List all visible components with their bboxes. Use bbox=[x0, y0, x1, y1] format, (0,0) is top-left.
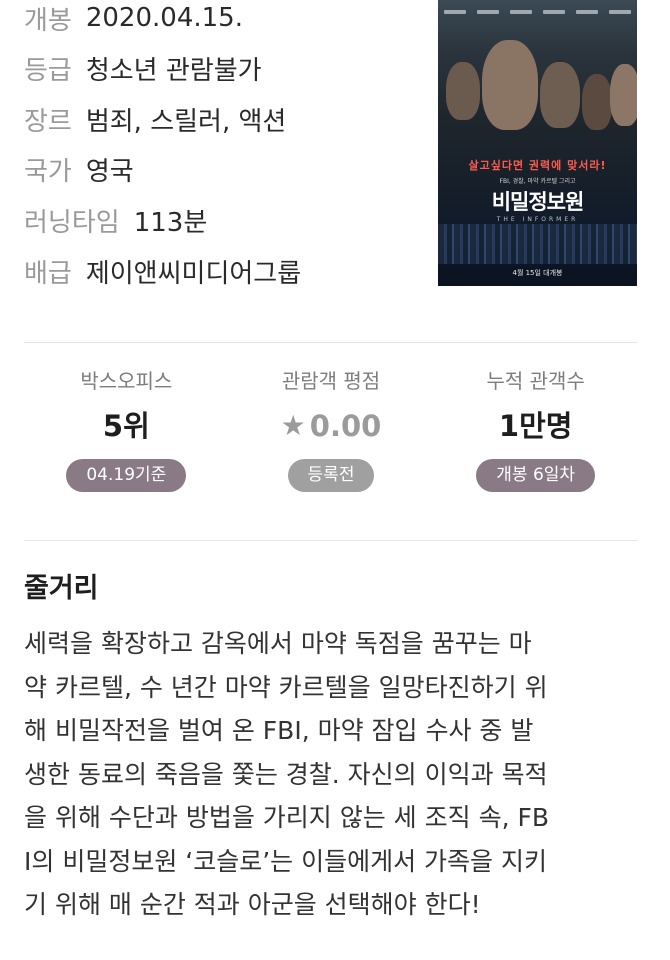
synopsis-line: 해 비밀작전을 벌여 온 FBI, 마약 잠입 수사 중 발 bbox=[24, 716, 534, 745]
stat-label: 박스오피스 bbox=[80, 369, 173, 393]
poster-title: 비밀정보원 bbox=[491, 190, 585, 214]
info-row-distributor: 배급 제이앤씨미디어그룹 bbox=[24, 251, 301, 291]
info-value: 범죄, 스릴러, 액션 bbox=[85, 106, 287, 137]
stat-value-row: ★ 0.00 bbox=[281, 406, 382, 446]
synopsis-line: I의 비밀정보원 ‘코슬로’는 이들에게서 가족을 지키 bbox=[24, 846, 548, 876]
divider bbox=[24, 540, 638, 541]
poster-tagline: 살고싶다면 권력에 맞서라! bbox=[468, 159, 607, 172]
info-value: 제이앤씨미디어그룹 bbox=[85, 258, 302, 289]
info-row-rating: 등급 청소년 관람불가 bbox=[24, 48, 262, 88]
stat-box-office: 박스오피스 5위 04.19기준 bbox=[24, 366, 229, 516]
synopsis-line: 세력을 확장하고 감옥에서 마약 독점을 꿈꾸는 마 bbox=[24, 629, 532, 658]
info-row-release: 개봉 2020.04.15. bbox=[24, 0, 243, 38]
stat-cumulative-audience: 누적 관객수 1만명 개봉 6일차 bbox=[433, 366, 638, 516]
movie-poster[interactable]: 살고싶다면 권력에 맞서라! FBI, 경찰, 마약 카르텔 그리고 비밀정보원… bbox=[438, 0, 637, 286]
info-label: 배급 bbox=[24, 258, 72, 289]
stat-label: 누적 관객수 bbox=[486, 369, 585, 393]
info-value: 청소년 관람불가 bbox=[85, 55, 262, 86]
poster-actor-center bbox=[482, 40, 538, 130]
info-value: 영국 bbox=[85, 156, 134, 187]
stat-badge: 04.19기준 bbox=[66, 459, 187, 492]
stat-value: 5위 bbox=[102, 409, 150, 443]
poster-credits bbox=[438, 10, 637, 14]
stat-value: 1만명 bbox=[498, 409, 573, 443]
poster-release-note: 4월 15일 대개봉 bbox=[512, 269, 563, 277]
star-icon: ★ bbox=[280, 409, 306, 442]
synopsis-line: 약 카르텔, 수 년간 마약 카르텔을 일망타진하기 위 bbox=[24, 672, 548, 702]
stat-badge: 등록전 bbox=[287, 459, 375, 492]
synopsis-line: 생한 동료의 죽음을 쫓는 경찰. 자신의 이익과 목적 bbox=[24, 759, 548, 789]
synopsis-heading: 줄거리 bbox=[24, 573, 99, 604]
info-label: 러닝타임 bbox=[24, 207, 120, 238]
poster-actor-far-right bbox=[610, 64, 637, 126]
movie-stats: 박스오피스 5위 04.19기준 관람객 평점 ★ 0.00 등록전 누적 관객… bbox=[24, 366, 638, 516]
info-row-country: 국가 영국 bbox=[24, 149, 134, 189]
info-value: 113분 bbox=[133, 207, 208, 238]
stat-badge: 개봉 6일차 bbox=[476, 459, 596, 492]
poster-actor-left bbox=[446, 62, 480, 120]
info-label: 개봉 bbox=[24, 5, 72, 36]
info-label: 등급 bbox=[24, 55, 72, 86]
info-label: 국가 bbox=[24, 156, 72, 187]
info-value: 2020.04.15. bbox=[85, 3, 243, 33]
info-row-runtime: 러닝타임 113분 bbox=[24, 200, 207, 240]
stat-audience-rating: 관람객 평점 ★ 0.00 등록전 bbox=[229, 366, 434, 516]
poster-subtitle: FBI, 경찰, 마약 카르텔 그리고 bbox=[499, 178, 576, 185]
poster-title-en: THE INFORMER bbox=[496, 216, 579, 223]
stat-value: 0.00 bbox=[309, 409, 382, 443]
info-label: 장르 bbox=[24, 106, 72, 137]
synopsis-line: 을 위해 수단과 방법을 가리지 않는 세 조직 속, FB bbox=[24, 803, 550, 832]
synopsis-body: 세력을 확장하고 감옥에서 마약 독점을 꿈꾸는 마 약 카르텔, 수 년간 마… bbox=[24, 622, 646, 927]
poster-actor-right bbox=[582, 74, 612, 130]
poster-city-skyline bbox=[438, 224, 637, 264]
divider bbox=[24, 342, 638, 343]
poster-actor-mid bbox=[540, 62, 580, 128]
synopsis-line: 기 위해 매 순간 적과 아군을 선택해야 한다! bbox=[24, 890, 481, 919]
stat-label: 관람객 평점 bbox=[281, 369, 381, 393]
info-row-genre: 장르 범죄, 스릴러, 액션 bbox=[24, 99, 286, 139]
